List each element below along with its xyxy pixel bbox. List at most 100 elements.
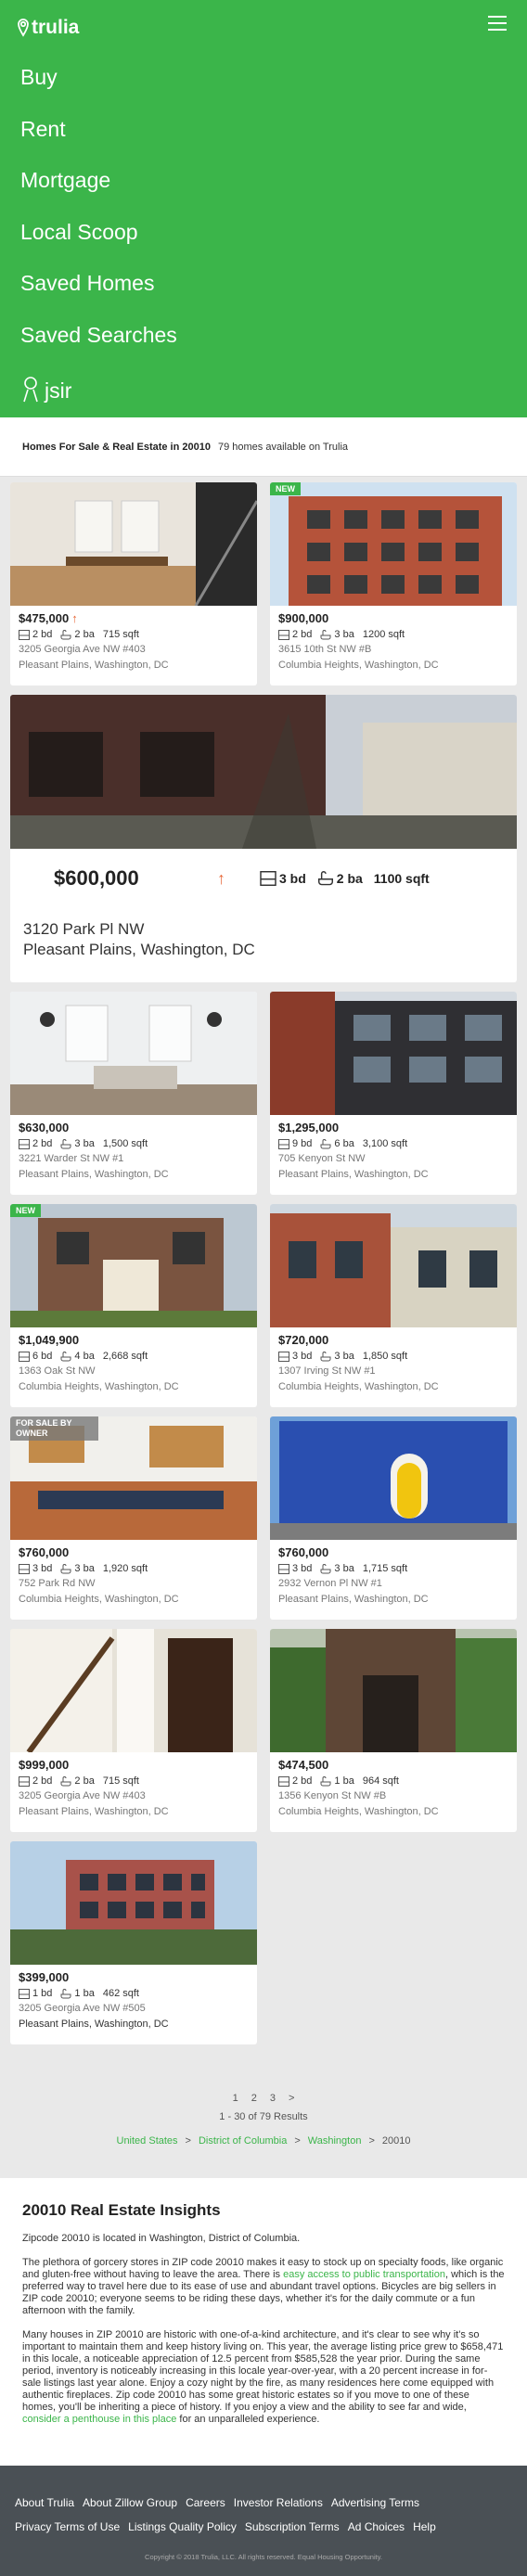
bed-icon bbox=[278, 1563, 289, 1574]
user-icon bbox=[23, 377, 38, 403]
featured-sqft: 1100 sqft bbox=[373, 871, 430, 886]
listing-baths: 2 ba bbox=[74, 1775, 95, 1787]
footer-link-advertising[interactable]: Advertising Terms bbox=[331, 2493, 419, 2512]
page-3[interactable]: 3 bbox=[270, 2093, 276, 2104]
listing-baths: 3 ba bbox=[334, 1563, 354, 1574]
bed-icon bbox=[19, 1138, 30, 1149]
listing-sqft: 964 sqft bbox=[362, 1775, 399, 1787]
breadcrumb-us[interactable]: United States bbox=[117, 2135, 178, 2147]
footer-link-help[interactable]: Help bbox=[413, 2518, 436, 2536]
results-range: 1 - 30 of 79 Results bbox=[219, 2111, 308, 2122]
footer-link-careers[interactable]: Careers bbox=[186, 2493, 225, 2512]
results-count: 79 homes available on Trulia bbox=[217, 441, 349, 453]
listing-street: 1356 Kenyon St NW #B bbox=[278, 1790, 387, 1801]
listing-photo bbox=[270, 1629, 517, 1752]
bath-icon bbox=[60, 1775, 71, 1786]
listing-badge: NEW bbox=[270, 482, 301, 495]
nav-mortgage[interactable]: Mortgage bbox=[20, 168, 177, 220]
listing-price: $999,000 bbox=[19, 1758, 70, 1772]
listing-area: Columbia Heights, Washington, DC bbox=[19, 1381, 179, 1392]
listing-card[interactable]: $399,000 1 bd 1 ba 462 sqft 3205 Georgia… bbox=[10, 1841, 257, 2044]
listing-area: Pleasant Plains, Washington, DC bbox=[278, 1594, 429, 1605]
footer-link-quality[interactable]: Listings Quality Policy bbox=[128, 2518, 237, 2536]
next-page[interactable]: > bbox=[289, 2093, 294, 2104]
listing-photo bbox=[270, 992, 517, 1115]
hamburger-icon[interactable] bbox=[488, 16, 507, 32]
footer-link-about-trulia[interactable]: About Trulia bbox=[15, 2493, 74, 2512]
featured-price: $600,000 bbox=[54, 866, 139, 890]
listing-card[interactable]: $1,295,000 9 bd 6 ba 3,100 sqft 705 Keny… bbox=[270, 992, 517, 1195]
bed-icon bbox=[19, 1988, 30, 1999]
nav-local-scoop[interactable]: Local Scoop bbox=[20, 220, 177, 272]
listing-area: Columbia Heights, Washington, DC bbox=[19, 1594, 179, 1605]
page-1[interactable]: 1 bbox=[233, 2093, 238, 2104]
results-header: Homes For Sale & Real Estate in 20010 79… bbox=[0, 417, 527, 477]
trulia-logo[interactable]: trulia bbox=[17, 17, 79, 39]
transit-link[interactable]: easy access to public transportation bbox=[283, 2269, 445, 2280]
page-2[interactable]: 2 bbox=[251, 2093, 257, 2104]
footer-link-privacy[interactable]: Privacy Terms of Use bbox=[15, 2518, 120, 2536]
nav-saved-searches[interactable]: Saved Searches bbox=[20, 323, 177, 375]
listing-beds: 1 bd bbox=[32, 1988, 53, 1999]
main-menu: Buy Rent Mortgage Local Scoop Saved Home… bbox=[20, 65, 177, 404]
listing-baths: 3 ba bbox=[334, 1351, 354, 1362]
listing-photo bbox=[10, 482, 257, 606]
listing-price: $475,000 bbox=[19, 611, 70, 625]
listing-card[interactable]: $720,000 3 bd 3 ba 1,850 sqft 1307 Irvin… bbox=[270, 1204, 517, 1407]
listing-card[interactable]: $475,000 ↑ 2 bd 2 ba 715 sqft 3205 Georgi… bbox=[10, 482, 257, 686]
footer-link-adchoices[interactable]: Ad Choices bbox=[348, 2518, 405, 2536]
listing-baths: 4 ba bbox=[74, 1351, 95, 1362]
listing-grid: $475,000 ↑ 2 bd 2 ba 715 sqft 3205 Georgi… bbox=[0, 477, 527, 2065]
listing-sqft: 462 sqft bbox=[102, 1988, 139, 1999]
listing-photo: NEW bbox=[10, 1204, 257, 1327]
featured-baths: 2 ba bbox=[336, 871, 363, 886]
listing-card[interactable]: $999,000 2 bd 2 ba 715 sqft 3205 Georgia… bbox=[10, 1629, 257, 1832]
listing-baths: 2 ba bbox=[74, 629, 95, 640]
listing-street: 3221 Warder St NW #1 bbox=[19, 1153, 124, 1164]
nav-rent[interactable]: Rent bbox=[20, 117, 177, 169]
listing-street: 2932 Vernon Pl NW #1 bbox=[278, 1578, 382, 1589]
listing-price: $760,000 bbox=[19, 1545, 70, 1559]
listing-area: Columbia Heights, Washington, DC bbox=[278, 1806, 439, 1817]
listing-beds: 2 bd bbox=[32, 629, 53, 640]
bed-icon bbox=[260, 871, 276, 886]
bath-icon bbox=[320, 1775, 331, 1786]
footer-link-about-zillow[interactable]: About Zillow Group bbox=[83, 2493, 177, 2512]
bed-icon bbox=[19, 1775, 30, 1787]
listing-street: 1307 Irving St NW #1 bbox=[278, 1365, 376, 1377]
listing-sqft: 715 sqft bbox=[102, 629, 139, 640]
footer-link-subscription[interactable]: Subscription Terms bbox=[245, 2518, 340, 2536]
listing-price: $1,049,900 bbox=[19, 1333, 80, 1347]
listing-card[interactable]: $760,000 3 bd 3 ba 1,715 sqft 2932 Verno… bbox=[270, 1416, 517, 1620]
listing-price: $1,295,000 bbox=[278, 1121, 340, 1134]
bath-icon bbox=[60, 629, 71, 639]
top-nav: trulia Buy Rent Mortgage Local Scoop Sav… bbox=[0, 0, 527, 417]
listing-baths: 3 ba bbox=[74, 1563, 95, 1574]
penthouse-link[interactable]: consider a penthouse in this place bbox=[22, 2414, 176, 2425]
breadcrumb-dc[interactable]: District of Columbia bbox=[199, 2135, 287, 2147]
nav-buy[interactable]: Buy bbox=[20, 65, 177, 117]
insights-section: 20010 Real Estate Insights Zipcode 20010… bbox=[0, 2178, 527, 2466]
nav-saved-homes[interactable]: Saved Homes bbox=[20, 271, 177, 323]
listing-card[interactable]: NEW $900,000 2 bd 3 ba 1200 sqft 3615 10… bbox=[270, 482, 517, 686]
featured-listing-card[interactable]: $600,000 ↑ 3 bd 2 ba 1100 sqft 3120 Park… bbox=[10, 695, 517, 982]
pagination: 1 2 3 > 1 - 30 of 79 Results United Stat… bbox=[0, 2065, 527, 2178]
breadcrumb-washington[interactable]: Washington bbox=[308, 2135, 362, 2147]
listing-sqft: 1,715 sqft bbox=[362, 1563, 408, 1574]
listing-photo bbox=[10, 992, 257, 1115]
listing-sqft: 3,100 sqft bbox=[362, 1138, 408, 1149]
bath-icon bbox=[320, 1563, 331, 1573]
price-up-icon: ↑ bbox=[217, 868, 225, 888]
bath-icon bbox=[320, 1138, 331, 1148]
footer-link-investor[interactable]: Investor Relations bbox=[234, 2493, 323, 2512]
listing-card[interactable]: NEW $1,049,900 6 bd 4 ba 2,668 sqft 1363… bbox=[10, 1204, 257, 1407]
listing-beds: 3 bd bbox=[292, 1351, 313, 1362]
listing-card[interactable]: FOR SALE BY OWNER $760,000 3 bd 3 ba 1,9… bbox=[10, 1416, 257, 1620]
listing-card[interactable]: $630,000 2 bd 3 ba 1,500 sqft 3221 Warde… bbox=[10, 992, 257, 1195]
footer: About Trulia About Zillow Group Careers … bbox=[0, 2466, 527, 2576]
breadcrumb-current: 20010 bbox=[381, 2135, 411, 2147]
map-pin-icon bbox=[18, 19, 29, 37]
user-menu[interactable]: jsir bbox=[20, 376, 177, 404]
bed-icon bbox=[278, 1351, 289, 1362]
listing-card[interactable]: $474,500 2 bd 1 ba 964 sqft 1356 Kenyon … bbox=[270, 1629, 517, 1832]
